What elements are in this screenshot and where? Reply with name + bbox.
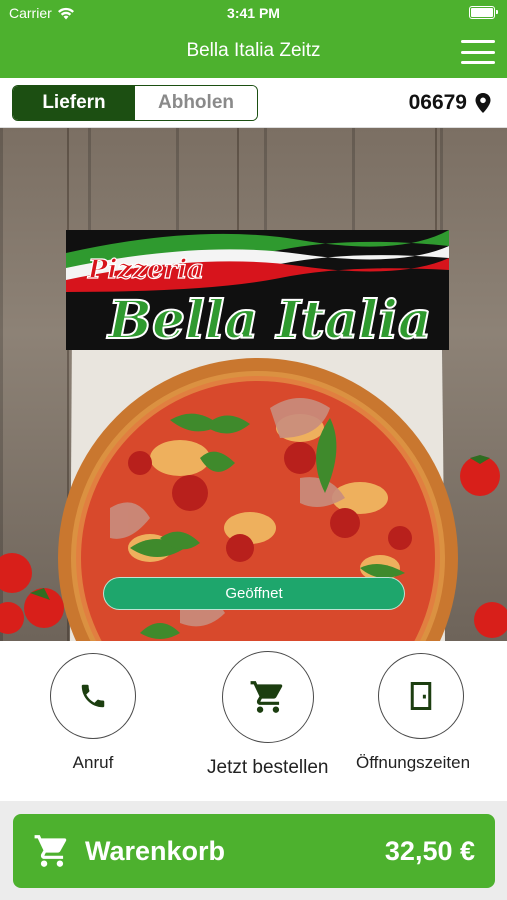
nav-bar: Bella Italia Zeitz xyxy=(0,26,507,78)
door-icon xyxy=(410,682,431,710)
location-pin-icon xyxy=(475,93,491,113)
page-title: Bella Italia Zeitz xyxy=(186,40,321,61)
battery-icon xyxy=(469,6,498,19)
order-now-label: Jetzt bestellen xyxy=(207,757,329,778)
cart-icon xyxy=(250,681,282,713)
call-button[interactable]: Anruf xyxy=(50,653,136,773)
action-row: Anruf Jetzt bestellen Öffnungszeiten xyxy=(0,641,507,801)
status-time: 3:41 PM xyxy=(227,5,280,21)
opening-hours-button-circle[interactable] xyxy=(377,653,464,739)
opening-hours-label: Öffnungszeiten xyxy=(356,753,471,772)
location-selector[interactable]: 06679 xyxy=(409,91,491,115)
call-label: Anruf xyxy=(72,753,114,772)
opening-hours-button[interactable]: Öffnungszeiten xyxy=(356,653,470,773)
logo-bella-italia-text: Bella Italia xyxy=(106,290,432,351)
cart-label: Warenkorb xyxy=(85,836,226,866)
zip-code: 06679 xyxy=(408,91,467,114)
status-bar: Carrier 3:41 PM xyxy=(0,0,507,26)
cart-button[interactable]: Warenkorb 32,50 € xyxy=(13,814,495,888)
delivery-bar: Liefern Abholen 06679 xyxy=(0,78,507,128)
cart-icon xyxy=(34,835,67,867)
cart-total: 32,50 € xyxy=(384,836,475,866)
hero-banner: Pizzeria Bella Italia Geöffnet xyxy=(0,128,507,641)
tab-liefern[interactable]: Liefern xyxy=(13,86,135,120)
order-now-button[interactable]: Jetzt bestellen xyxy=(207,651,328,779)
hamburger-menu-icon[interactable] xyxy=(461,40,495,64)
tab-abholen[interactable]: Abholen xyxy=(135,86,257,120)
call-button-circle[interactable] xyxy=(50,653,136,739)
delivery-mode-toggle: Liefern Abholen xyxy=(12,85,258,121)
pizzeria-logo: Pizzeria Bella Italia xyxy=(66,230,449,352)
logo-pizzeria-text: Pizzeria xyxy=(87,255,204,285)
order-now-button-circle[interactable] xyxy=(221,651,314,743)
open-status-badge: Geöffnet xyxy=(103,577,405,610)
hero-artwork: Pizzeria Bella Italia xyxy=(0,128,507,641)
phone-icon xyxy=(81,684,105,708)
